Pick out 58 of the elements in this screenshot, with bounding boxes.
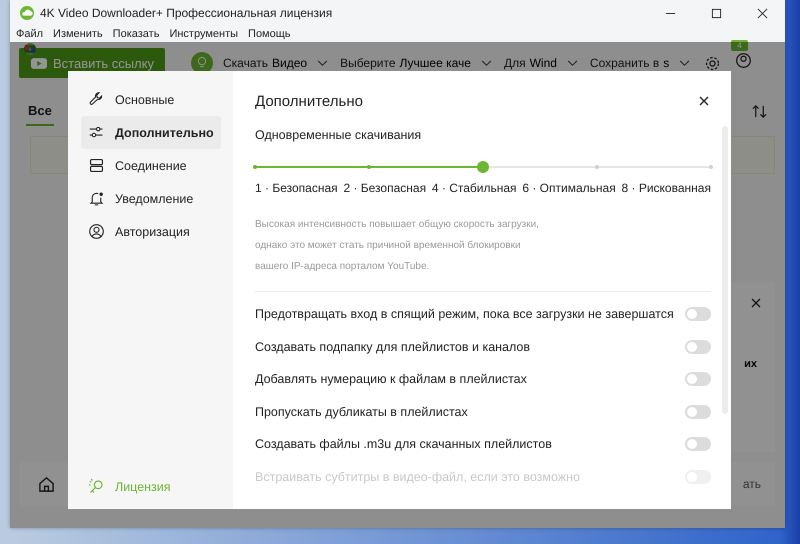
sidebar-item[interactable]: Соединение bbox=[81, 149, 221, 182]
slider-stop-label: 8 · Рискованная bbox=[622, 180, 711, 197]
menu-item[interactable]: Инструменты bbox=[169, 28, 238, 40]
setting-label: Предотвращать вход в спящий режим, пока все загрузки не завершатся bbox=[255, 307, 674, 322]
setting-label: Создавать файлы .m3u для скачанных плейлистов bbox=[255, 437, 552, 452]
toggle-switch[interactable] bbox=[685, 372, 711, 386]
toggle-switch[interactable] bbox=[685, 307, 711, 322]
play-icon bbox=[31, 58, 47, 68]
chevron-icon bbox=[566, 60, 578, 66]
user-icon[interactable] bbox=[735, 52, 752, 69]
panel-text: их bbox=[744, 358, 757, 370]
dialog-title: Дополнительно bbox=[255, 92, 364, 110]
close-icon[interactable] bbox=[699, 96, 709, 106]
setting-label: Создавать подпапку для плейлистов и каналов bbox=[255, 340, 530, 354]
notification-badge: 4 bbox=[731, 40, 748, 51]
slider-stop-label: 6 · Оптимальная bbox=[522, 180, 616, 197]
dropdown[interactable]: Скачать Видео bbox=[223, 56, 328, 70]
wrench-icon bbox=[88, 91, 105, 108]
toggle-switch[interactable] bbox=[685, 340, 711, 354]
menu-item[interactable]: Изменить bbox=[53, 28, 103, 40]
window-title: 4K Video Downloader+ Профессиональная лицензия bbox=[40, 6, 332, 20]
key-icon bbox=[88, 478, 105, 495]
dropdown[interactable]: Выберите Лучшее каче bbox=[340, 56, 492, 70]
settings-icon[interactable] bbox=[704, 54, 722, 72]
slider-stop-label: 2 · Безопасная bbox=[343, 180, 426, 197]
chevron-icon bbox=[480, 60, 492, 66]
sidebar-item[interactable]: Уведомление bbox=[81, 182, 221, 215]
chevron-icon bbox=[317, 60, 328, 66]
setting-label: Добавлять нумерацию к файлам в плейлистах bbox=[255, 372, 527, 386]
sidebar-item[interactable]: Авторизация bbox=[81, 215, 221, 248]
setting-label: Одновременные скачивания bbox=[255, 128, 422, 142]
menu-item[interactable]: Помощь bbox=[248, 28, 291, 40]
dropdown[interactable]: Для Wind bbox=[504, 56, 578, 70]
close-icon[interactable] bbox=[757, 8, 768, 18]
setting-label: Пропускать дубликаты в плейлистах bbox=[255, 404, 468, 419]
tab[interactable]: Все bbox=[26, 101, 54, 126]
close-icon[interactable] bbox=[751, 298, 761, 308]
menu-item[interactable]: Файл bbox=[16, 28, 44, 40]
slider-stop-label: 4 · Стабильная bbox=[432, 180, 517, 197]
slider-stop-label: 1 · Безопасная bbox=[255, 180, 338, 197]
home-icon[interactable] bbox=[38, 476, 55, 492]
toggle-switch[interactable] bbox=[685, 404, 711, 419]
user-icon bbox=[88, 223, 105, 240]
cloud-logo-icon bbox=[20, 6, 34, 20]
toggle-switch[interactable] bbox=[685, 437, 711, 452]
menu-item[interactable]: Показать bbox=[112, 28, 160, 40]
server-icon bbox=[88, 157, 105, 174]
action-button[interactable]: ать bbox=[742, 477, 761, 491]
sort-icon[interactable] bbox=[752, 104, 767, 118]
maximize-icon[interactable] bbox=[711, 8, 722, 18]
sidebar-item[interactable]: Основные bbox=[81, 83, 221, 116]
slider-thumb[interactable] bbox=[477, 161, 489, 173]
slider-track[interactable] bbox=[255, 160, 711, 174]
sidebar-item[interactable]: Дополнительно bbox=[81, 116, 221, 149]
chevron-icon bbox=[679, 60, 690, 66]
bell-icon bbox=[88, 190, 105, 207]
hint-text: Высокая интенсивность повышает общую скорость загрузки, однако это может стать причиной временной блокировки вашего IP-адреса порталом YouTube. bbox=[255, 218, 540, 274]
dropdown[interactable]: Сохранить в s bbox=[590, 56, 690, 70]
